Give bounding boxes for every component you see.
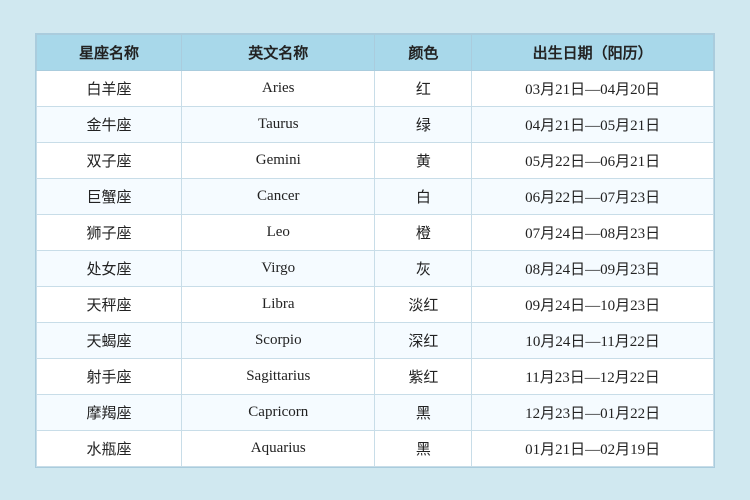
cell-date: 05月22日—06月21日: [472, 142, 714, 178]
cell-color: 灰: [375, 250, 472, 286]
table-row: 天蝎座Scorpio深红10月24日—11月22日: [37, 322, 714, 358]
cell-english: Cancer: [182, 178, 375, 214]
cell-english: Leo: [182, 214, 375, 250]
cell-english: Sagittarius: [182, 358, 375, 394]
cell-color: 绿: [375, 106, 472, 142]
cell-date: 01月21日—02月19日: [472, 430, 714, 466]
cell-english: Aquarius: [182, 430, 375, 466]
header-color: 颜色: [375, 34, 472, 70]
cell-chinese: 白羊座: [37, 70, 182, 106]
cell-chinese: 处女座: [37, 250, 182, 286]
table-row: 水瓶座Aquarius黑01月21日—02月19日: [37, 430, 714, 466]
cell-chinese: 双子座: [37, 142, 182, 178]
cell-color: 淡红: [375, 286, 472, 322]
cell-english: Scorpio: [182, 322, 375, 358]
cell-color: 紫红: [375, 358, 472, 394]
cell-chinese: 摩羯座: [37, 394, 182, 430]
cell-english: Taurus: [182, 106, 375, 142]
cell-date: 04月21日—05月21日: [472, 106, 714, 142]
table-row: 射手座Sagittarius紫红11月23日—12月22日: [37, 358, 714, 394]
cell-english: Virgo: [182, 250, 375, 286]
cell-english: Gemini: [182, 142, 375, 178]
cell-date: 12月23日—01月22日: [472, 394, 714, 430]
table-row: 处女座Virgo灰08月24日—09月23日: [37, 250, 714, 286]
table-row: 巨蟹座Cancer白06月22日—07月23日: [37, 178, 714, 214]
cell-english: Aries: [182, 70, 375, 106]
cell-english: Libra: [182, 286, 375, 322]
table-row: 白羊座Aries红03月21日—04月20日: [37, 70, 714, 106]
cell-date: 10月24日—11月22日: [472, 322, 714, 358]
cell-date: 06月22日—07月23日: [472, 178, 714, 214]
cell-chinese: 巨蟹座: [37, 178, 182, 214]
table-row: 摩羯座Capricorn黑12月23日—01月22日: [37, 394, 714, 430]
cell-color: 黑: [375, 430, 472, 466]
cell-date: 07月24日—08月23日: [472, 214, 714, 250]
zodiac-table: 星座名称 英文名称 颜色 出生日期（阳历） 白羊座Aries红03月21日—04…: [36, 34, 714, 467]
cell-color: 红: [375, 70, 472, 106]
cell-english: Capricorn: [182, 394, 375, 430]
cell-date: 09月24日—10月23日: [472, 286, 714, 322]
cell-chinese: 金牛座: [37, 106, 182, 142]
table-row: 金牛座Taurus绿04月21日—05月21日: [37, 106, 714, 142]
zodiac-table-container: 星座名称 英文名称 颜色 出生日期（阳历） 白羊座Aries红03月21日—04…: [35, 33, 715, 468]
table-header-row: 星座名称 英文名称 颜色 出生日期（阳历）: [37, 34, 714, 70]
header-english: 英文名称: [182, 34, 375, 70]
cell-color: 白: [375, 178, 472, 214]
header-date: 出生日期（阳历）: [472, 34, 714, 70]
cell-chinese: 天秤座: [37, 286, 182, 322]
table-row: 天秤座Libra淡红09月24日—10月23日: [37, 286, 714, 322]
cell-color: 深红: [375, 322, 472, 358]
cell-chinese: 水瓶座: [37, 430, 182, 466]
cell-date: 08月24日—09月23日: [472, 250, 714, 286]
cell-chinese: 狮子座: [37, 214, 182, 250]
cell-date: 03月21日—04月20日: [472, 70, 714, 106]
cell-chinese: 射手座: [37, 358, 182, 394]
header-chinese: 星座名称: [37, 34, 182, 70]
cell-date: 11月23日—12月22日: [472, 358, 714, 394]
cell-color: 橙: [375, 214, 472, 250]
table-row: 双子座Gemini黄05月22日—06月21日: [37, 142, 714, 178]
cell-color: 黄: [375, 142, 472, 178]
cell-color: 黑: [375, 394, 472, 430]
table-row: 狮子座Leo橙07月24日—08月23日: [37, 214, 714, 250]
cell-chinese: 天蝎座: [37, 322, 182, 358]
